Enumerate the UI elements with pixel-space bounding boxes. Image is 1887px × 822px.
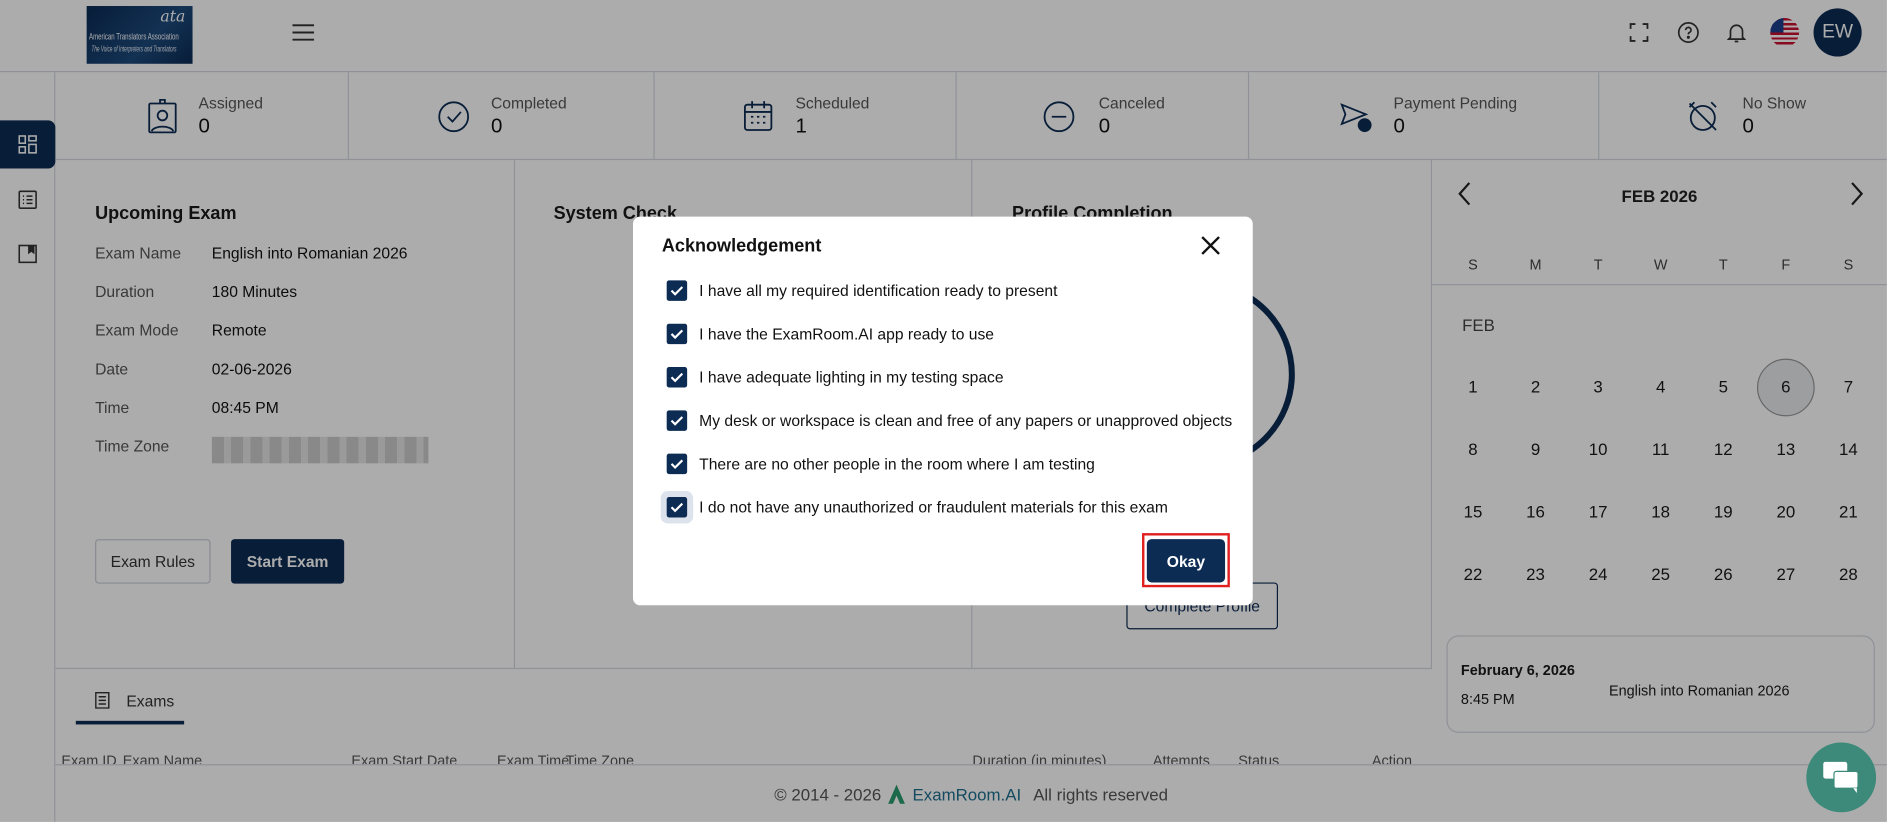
acknowledgement-checkbox-item[interactable]: I have the ExamRoom.AI app ready to use: [666, 323, 994, 345]
checkbox-checked-icon[interactable]: [666, 367, 688, 388]
acknowledgement-checkbox-item[interactable]: My desk or workspace is clean and free o…: [666, 410, 1233, 431]
checkbox-label: I have all my required identification re…: [699, 281, 1058, 300]
checkbox-checked-icon[interactable]: [666, 453, 688, 475]
checkbox-label: My desk or workspace is clean and free o…: [699, 411, 1233, 430]
checkbox-label: There are no other people in the room wh…: [699, 454, 1095, 473]
chat-widget-button[interactable]: [1806, 742, 1877, 813]
checkbox-label: I have adequate lighting in my testing s…: [699, 368, 1004, 387]
close-icon[interactable]: [1196, 231, 1225, 260]
button-label: Okay: [1166, 551, 1206, 570]
acknowledgement-modal: Acknowledgement I have all my required i…: [632, 216, 1253, 606]
checkbox-checked-icon[interactable]: [666, 410, 688, 431]
acknowledgement-checkbox-item[interactable]: I have adequate lighting in my testing s…: [666, 367, 1004, 388]
acknowledgement-checkbox-item[interactable]: I have all my required identification re…: [666, 280, 1058, 301]
checkbox-checked-icon[interactable]: [666, 323, 688, 345]
modal-title: Acknowledgement: [661, 235, 822, 257]
checkbox-checked-icon[interactable]: [666, 280, 688, 301]
acknowledgement-checkbox-item[interactable]: I do not have any unauthorized or fraudu…: [666, 497, 1168, 518]
checkbox-checked-icon[interactable]: [666, 497, 688, 518]
checkbox-label: I do not have any unauthorized or fraudu…: [699, 498, 1168, 517]
checkbox-label: I have the ExamRoom.AI app ready to use: [699, 324, 994, 343]
okay-button[interactable]: Okay: [1146, 539, 1226, 583]
acknowledgement-checkbox-item[interactable]: There are no other people in the room wh…: [666, 453, 1095, 475]
